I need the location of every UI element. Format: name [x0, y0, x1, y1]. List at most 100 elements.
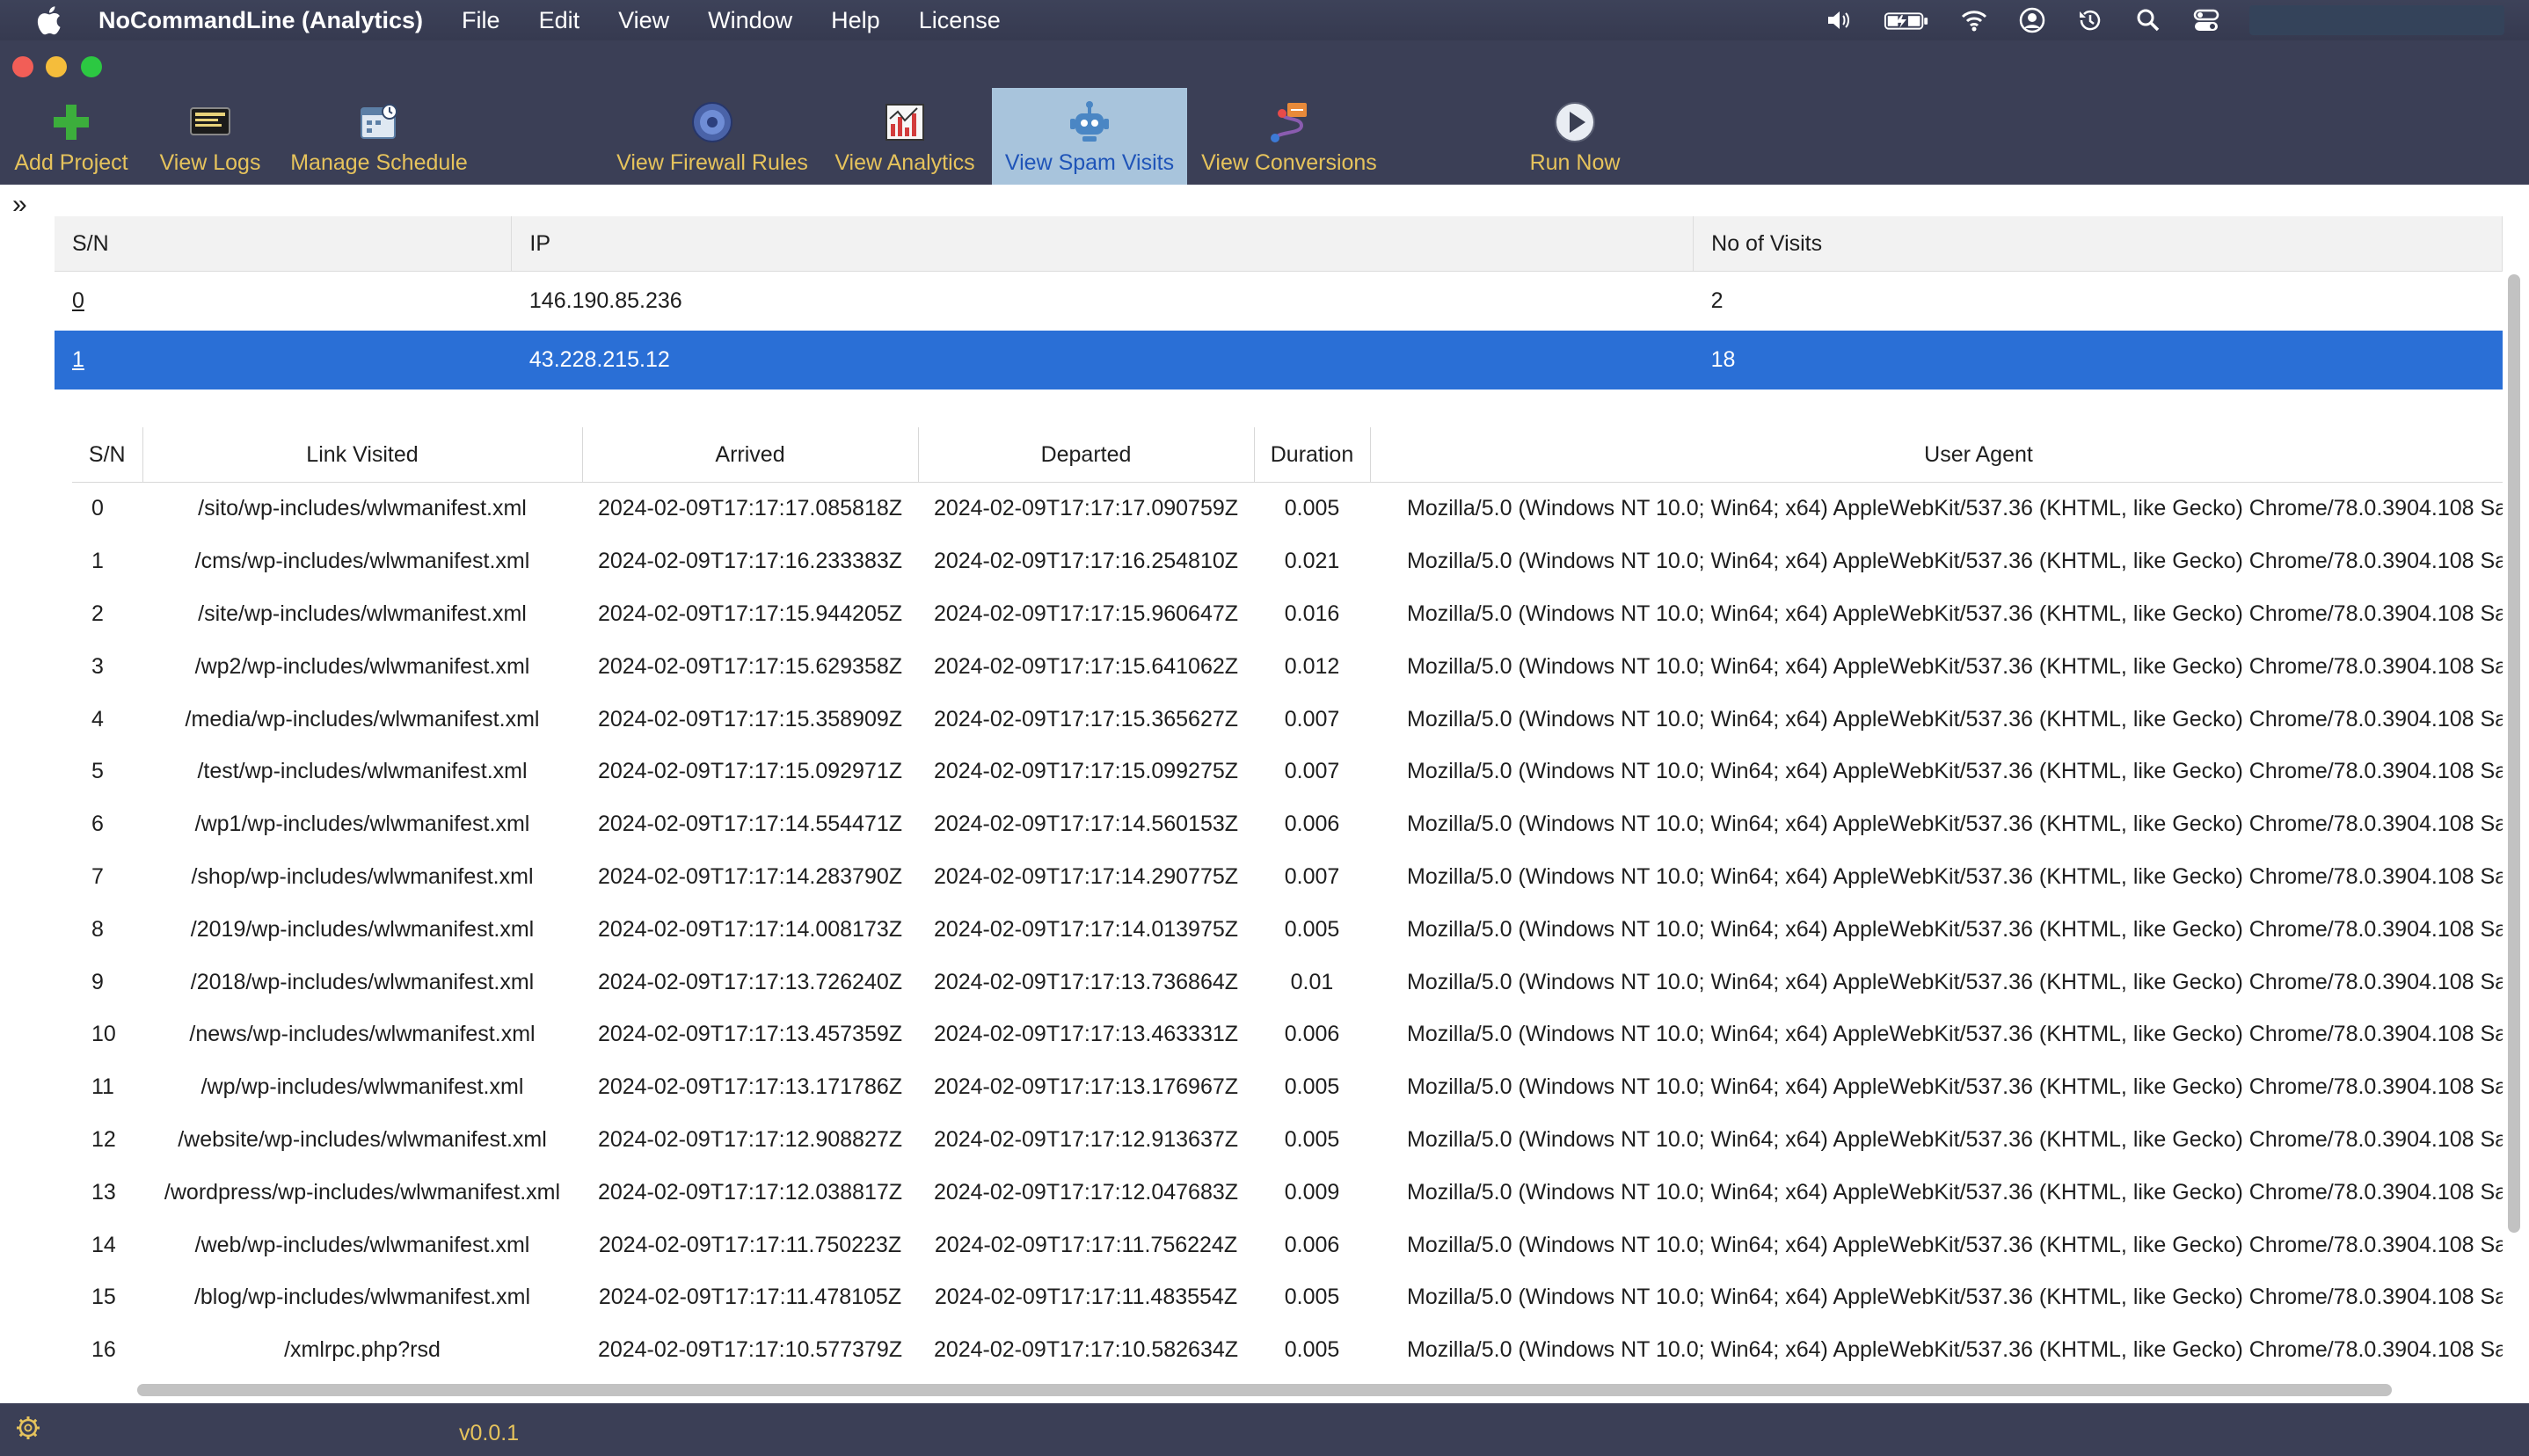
menu-license[interactable]: License — [919, 7, 1001, 34]
view-logs-button[interactable]: View Logs — [151, 88, 269, 185]
visit-row[interactable]: 5/test/wp-includes/wlwmanifest.xml 2024-0… — [72, 746, 2503, 798]
visit-row[interactable]: 16/xmlrpc.php?rsd 2024-02-09T17:17:10.577… — [72, 1324, 2503, 1377]
battery-icon[interactable] — [1882, 5, 1931, 35]
user-icon[interactable] — [2017, 5, 2047, 35]
visit-row[interactable]: 1/cms/wp-includes/wlwmanifest.xml 2024-02… — [72, 535, 2503, 588]
menu-help[interactable]: Help — [831, 7, 880, 34]
app-name-menu[interactable]: NoCommandLine (Analytics) — [98, 7, 423, 34]
main-toolbar: Add Project View Logs Manage Schedule Vi… — [0, 88, 2529, 185]
visit-duration-cell: 0.016 — [1284, 601, 1340, 626]
menu-file[interactable]: File — [462, 7, 500, 34]
spotlight-search-icon[interactable] — [2133, 5, 2163, 35]
visit-sn-cell: 3 — [91, 653, 104, 679]
run-now-button[interactable]: Run Now — [1518, 88, 1632, 185]
visit-arrived-cell: 2024-02-09T17:17:15.944205Z — [597, 601, 903, 626]
visit-user-agent-cell: Mozilla/5.0 (Windows NT 10.0; Win64; x64… — [1407, 601, 2503, 626]
column-header-sn[interactable]: S/N — [55, 216, 513, 272]
ip-table-row[interactable]: 0 146.190.85.236 2 — [55, 272, 2503, 331]
visit-user-agent-cell: Mozilla/5.0 (Windows NT 10.0; Win64; x64… — [1407, 759, 2503, 784]
visit-departed-cell: 2024-02-09T17:17:12.047683Z — [933, 1179, 1239, 1205]
visit-row[interactable]: 3/wp2/wp-includes/wlwmanifest.xml 2024-02… — [72, 640, 2503, 693]
visit-arrived-cell: 2024-02-09T17:17:10.577379Z — [597, 1337, 903, 1363]
view-spam-visits-label: View Spam Visits — [1004, 150, 1175, 175]
visit-row[interactable]: 11/wp/wp-includes/wlwmanifest.xml 2024-02… — [72, 1061, 2503, 1114]
ip-row-sn-link[interactable]: 1 — [72, 347, 84, 372]
visits-header-row: S/N Link Visited Arrived Departed Durati… — [72, 427, 2503, 483]
view-spam-visits-button[interactable]: View Spam Visits — [992, 88, 1187, 185]
visit-link-cell: /news/wp-includes/wlwmanifest.xml — [189, 1022, 536, 1047]
visit-user-agent-cell: Mozilla/5.0 (Windows NT 10.0; Win64; x64… — [1407, 496, 2503, 521]
volume-icon[interactable] — [1824, 5, 1854, 35]
view-conversions-button[interactable]: View Conversions — [1196, 88, 1382, 185]
visit-duration-cell: 0.007 — [1284, 759, 1340, 784]
visit-row[interactable]: 10/news/wp-includes/wlwmanifest.xml 2024-… — [72, 1008, 2503, 1061]
visit-duration-cell: 0.006 — [1284, 812, 1340, 837]
visit-row[interactable]: 9/2018/wp-includes/wlwmanifest.xml 2024-0… — [72, 956, 2503, 1008]
visit-duration-cell: 0.005 — [1284, 1285, 1340, 1310]
visit-arrived-cell: 2024-02-09T17:17:11.750223Z — [598, 1232, 902, 1257]
visit-sn-cell: 8 — [91, 916, 104, 942]
visit-link-cell: /2019/wp-includes/wlwmanifest.xml — [190, 916, 535, 942]
spam-ip-table: S/N IP No of Visits 0 146.190.85.236 2 1… — [55, 216, 2503, 389]
visit-row[interactable]: 15/blog/wp-includes/wlwmanifest.xml 2024-… — [72, 1271, 2503, 1324]
ip-row-sn-cell[interactable]: 0 — [55, 272, 512, 331]
visit-departed-cell: 2024-02-09T17:17:15.960647Z — [933, 601, 1239, 626]
menu-window[interactable]: Window — [708, 7, 792, 34]
column-header-duration[interactable]: Duration — [1254, 427, 1371, 483]
ip-row-sn-cell[interactable]: 1 — [55, 331, 512, 389]
minimize-window-button[interactable] — [46, 56, 67, 77]
visit-departed-cell: 2024-02-09T17:17:13.176967Z — [933, 1074, 1239, 1100]
control-center-icon[interactable] — [2191, 5, 2221, 35]
visit-row[interactable]: 14/web/wp-includes/wlwmanifest.xml 2024-0… — [72, 1219, 2503, 1271]
visit-arrived-cell: 2024-02-09T17:17:13.726240Z — [597, 969, 903, 994]
visit-sn-cell: 14 — [91, 1232, 116, 1257]
column-header-user-agent[interactable]: User Agent — [1370, 427, 2503, 483]
visit-arrived-cell: 2024-02-09T17:17:14.283790Z — [597, 863, 903, 889]
view-analytics-button[interactable]: View Analytics — [827, 88, 983, 185]
column-header-ip[interactable]: IP — [511, 216, 1695, 272]
main-content: S/N IP No of Visits 0 146.190.85.236 2 1… — [55, 185, 2503, 1403]
visit-departed-cell: 2024-02-09T17:17:16.254810Z — [933, 549, 1239, 574]
visit-row[interactable]: 7/shop/wp-includes/wlwmanifest.xml 2024-0… — [72, 851, 2503, 904]
visit-user-agent-cell: Mozilla/5.0 (Windows NT 10.0; Win64; x64… — [1407, 863, 2503, 889]
ip-row-sn-link[interactable]: 0 — [72, 288, 84, 313]
visit-row[interactable]: 12/website/wp-includes/wlwmanifest.xml 20… — [72, 1114, 2503, 1167]
column-header-visits[interactable]: No of Visits — [1693, 216, 2503, 272]
ip-table-row-selected[interactable]: 1 43.228.215.12 18 — [55, 331, 2503, 389]
apple-logo-icon[interactable] — [35, 5, 62, 35]
column-header-sn[interactable]: S/N — [72, 427, 143, 483]
visit-row[interactable]: 0/sito/wp-includes/wlwmanifest.xml 2024-0… — [72, 483, 2503, 535]
visit-sn-cell: 4 — [91, 706, 104, 732]
manage-schedule-button[interactable]: Manage Schedule — [285, 88, 473, 185]
visit-row[interactable]: 6/wp1/wp-includes/wlwmanifest.xml 2024-02… — [72, 798, 2503, 851]
vertical-scrollbar[interactable] — [2508, 274, 2520, 1233]
close-window-button[interactable] — [12, 56, 33, 77]
add-project-button[interactable]: Add Project — [7, 88, 135, 185]
ip-row-ip-cell: 146.190.85.236 — [528, 288, 682, 313]
view-conversions-label: View Conversions — [1201, 150, 1377, 175]
wifi-icon[interactable] — [1959, 5, 1989, 35]
menu-edit[interactable]: Edit — [539, 7, 580, 34]
column-header-link-visited[interactable]: Link Visited — [142, 427, 583, 483]
visit-row[interactable]: 4/media/wp-includes/wlwmanifest.xml 2024-… — [72, 693, 2503, 746]
visit-arrived-cell: 2024-02-09T17:17:14.008173Z — [597, 916, 903, 942]
visit-duration-cell: 0.006 — [1284, 1232, 1340, 1257]
menu-view[interactable]: View — [618, 7, 669, 34]
time-machine-icon[interactable] — [2075, 5, 2105, 35]
view-firewall-rules-button[interactable]: View Firewall Rules — [616, 88, 809, 185]
visit-row[interactable]: 8/2019/wp-includes/wlwmanifest.xml 2024-0… — [72, 903, 2503, 956]
visit-user-agent-cell: Mozilla/5.0 (Windows NT 10.0; Win64; x64… — [1407, 549, 2503, 574]
horizontal-scrollbar[interactable] — [137, 1384, 2392, 1396]
visit-row[interactable]: 2/site/wp-includes/wlwmanifest.xml 2024-0… — [72, 588, 2503, 641]
visit-arrived-cell: 2024-02-09T17:17:14.554471Z — [597, 812, 903, 837]
column-header-arrived[interactable]: Arrived — [582, 427, 919, 483]
visit-row[interactable]: 13/wordpress/wp-includes/wlwmanifest.xml… — [72, 1166, 2503, 1219]
column-header-departed[interactable]: Departed — [918, 427, 1255, 483]
gear-icon[interactable] — [14, 1414, 42, 1442]
visit-departed-cell: 2024-02-09T17:17:15.099275Z — [933, 759, 1239, 784]
expand-sidebar-icon[interactable]: » — [12, 192, 35, 218]
visits-table-scroll-area[interactable]: S/N Link Visited Arrived Departed Durati… — [72, 427, 2503, 1386]
visit-details-table: S/N Link Visited Arrived Departed Durati… — [72, 427, 2503, 1386]
zoom-window-button[interactable] — [81, 56, 102, 77]
view-firewall-rules-label: View Firewall Rules — [616, 150, 808, 175]
